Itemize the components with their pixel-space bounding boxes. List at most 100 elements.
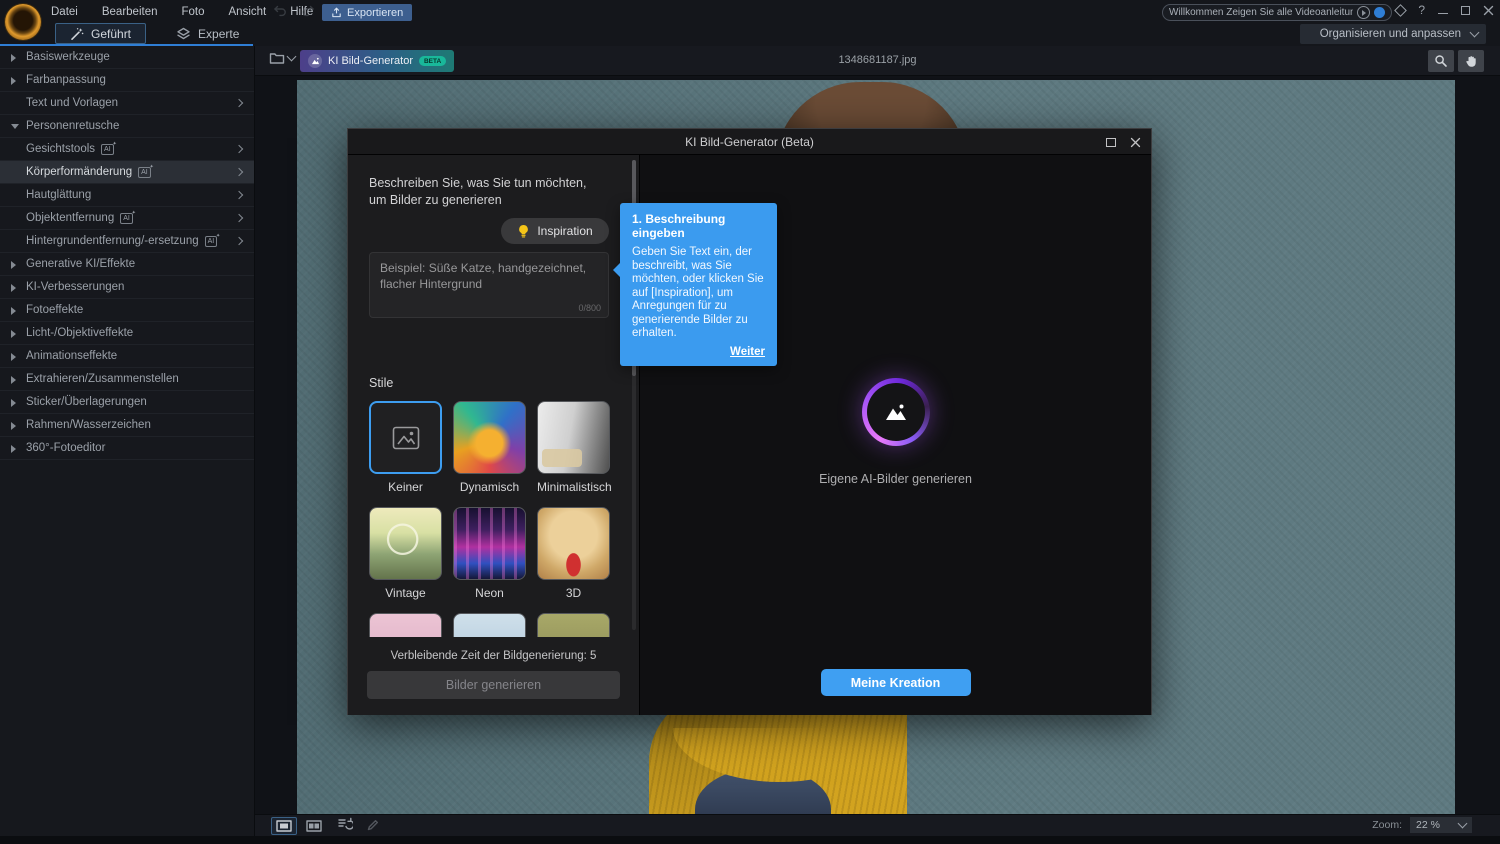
triangle-right-icon	[11, 307, 16, 315]
chevron-down-icon	[1470, 28, 1480, 38]
pan-tool-button[interactable]	[1458, 50, 1484, 72]
style-thumb[interactable]	[537, 507, 610, 580]
tab-experte[interactable]: Experte	[162, 23, 253, 44]
sidebar-item-animationseffekte[interactable]: Animationseffekte	[0, 345, 254, 368]
sidebar-item-label: Körperformänderung	[26, 166, 132, 178]
sidebar-item-label: Extrahieren/Zusammenstellen	[26, 373, 179, 385]
generate-images-button[interactable]: Bilder generieren	[367, 671, 620, 699]
style-option-vintage[interactable]: Vintage	[369, 507, 442, 601]
my-creation-label: Meine Kreation	[851, 676, 941, 690]
style-option-neon[interactable]: Neon	[453, 507, 526, 601]
sidebar-item-generative-ki-effekte[interactable]: Generative KI/Effekte	[0, 253, 254, 276]
chevron-down-icon	[1458, 819, 1468, 829]
canvas-tool-buttons	[1428, 50, 1484, 72]
sidebar-item-licht-objektiveffekte[interactable]: Licht-/Objektiveffekte	[0, 322, 254, 345]
style-thumb[interactable]	[453, 401, 526, 474]
sidebar-item-hintergrundentfernung[interactable]: Hintergrundentfernung/-ersetzung AI	[0, 230, 254, 253]
help-button[interactable]: ?	[1418, 3, 1425, 17]
sidebar-item-farbanpassung[interactable]: Farbanpassung	[0, 69, 254, 92]
triangle-right-icon	[11, 77, 16, 85]
welcome-text: Willkommen Zeigen Sie alle Videoanleitun…	[1169, 7, 1353, 18]
redo-icon[interactable]	[300, 4, 316, 18]
sidebar-item-sticker-ueberlagerungen[interactable]: Sticker/Überlagerungen	[0, 391, 254, 414]
export-icon	[331, 7, 342, 18]
inspiration-button[interactable]: Inspiration	[501, 218, 609, 244]
style-thumb[interactable]	[369, 401, 442, 474]
minimize-button[interactable]	[1438, 6, 1448, 14]
zoom-label: Zoom:	[1372, 819, 1402, 831]
menu-ansicht[interactable]: Ansicht	[228, 4, 268, 20]
close-button[interactable]	[1483, 5, 1494, 16]
my-creation-button[interactable]: Meine Kreation	[821, 669, 971, 696]
view-compare-button[interactable]	[301, 817, 327, 835]
sidebar-item-label: Basiswerkzeuge	[26, 51, 110, 63]
organize-dropdown[interactable]: Organisieren und anpassen	[1300, 24, 1486, 44]
tab-gefuehrt[interactable]: Geführt	[55, 23, 146, 44]
diamond-icon[interactable]	[1394, 4, 1407, 17]
sidebar-item-koerperformaenderung[interactable]: KörperformänderungAI	[0, 161, 254, 184]
sidebar-item-label: Gesichtstools	[26, 143, 95, 155]
sidebar-item-basiswerkzeuge[interactable]: Basiswerkzeuge	[0, 46, 254, 69]
style-option-3d[interactable]: 3D	[537, 507, 610, 601]
magnifier-icon	[1434, 54, 1448, 68]
video-tutorial-icon	[1357, 6, 1370, 19]
sidebar-item-fotoeffekte[interactable]: Fotoeffekte	[0, 299, 254, 322]
sidebar-item-ki-verbesserungen[interactable]: KI-Verbesserungen	[0, 276, 254, 299]
tab-gefuehrt-label: Geführt	[91, 27, 131, 41]
maximize-button[interactable]	[1461, 6, 1470, 15]
chevron-right-icon	[235, 99, 243, 107]
style-option-minimalistisch[interactable]: Minimalistisch	[537, 401, 610, 495]
dialog-close-button[interactable]	[1130, 137, 1141, 148]
style-thumb[interactable]	[369, 507, 442, 580]
style-label: Minimalistisch	[537, 480, 610, 495]
menu-foto[interactable]: Foto	[180, 4, 205, 20]
sidebar-item-label: Hintergrundentfernung/-ersetzung	[26, 235, 199, 247]
zoom-tool-button[interactable]	[1428, 50, 1454, 72]
app-logo[interactable]	[5, 4, 41, 40]
prompt-input[interactable]	[369, 252, 609, 318]
dialog-titlebar[interactable]: KI Bild-Generator (Beta)	[348, 129, 1151, 155]
triangle-right-icon	[11, 376, 16, 384]
triangle-right-icon	[11, 54, 16, 62]
sidebar-item-rahmen-wasserzeichen[interactable]: Rahmen/Wasserzeichen	[0, 414, 254, 437]
magic-wand-icon	[70, 27, 84, 41]
sidebar-item-label: Animationseffekte	[26, 350, 117, 362]
compare-view-icon	[306, 820, 322, 832]
sidebar-item-label: Generative KI/Effekte	[26, 258, 135, 270]
sidebar-item-label: Objektentfernung	[26, 212, 114, 224]
sidebar-item-personenretusche[interactable]: Personenretusche	[0, 115, 254, 138]
style-thumb[interactable]	[537, 401, 610, 474]
tooltip-next-link[interactable]: Weiter	[632, 346, 765, 358]
menu-datei[interactable]: Datei	[50, 4, 79, 20]
tooltip-body: Geben Sie Text ein, der beschreibt, was …	[632, 246, 765, 341]
triangle-right-icon	[11, 261, 16, 269]
tab-experte-label: Experte	[198, 27, 239, 41]
style-label: Neon	[453, 586, 526, 601]
sidebar-item-extrahieren-zusammenstellen[interactable]: Extrahieren/Zusammenstellen	[0, 368, 254, 391]
sidebar-item-label: Sticker/Überlagerungen	[26, 396, 147, 408]
triangle-right-icon	[11, 353, 16, 361]
ai-badge-icon: AI	[205, 236, 218, 247]
mode-tabs: Geführt Experte	[55, 23, 253, 44]
export-button[interactable]: Exportieren	[322, 4, 412, 21]
zoom-select[interactable]: 22 %	[1410, 817, 1472, 833]
dialog-maximize-button[interactable]	[1106, 138, 1116, 147]
sidebar-item-360-fotoeditor[interactable]: 360°-Fotoeditor	[0, 437, 254, 460]
view-single-button[interactable]	[271, 817, 297, 835]
prompt-input-wrap: 0/800	[369, 252, 609, 318]
sidebar-item-objektentfernung[interactable]: ObjektentfernungAI	[0, 207, 254, 230]
zoom-control: Zoom: 22 %	[1372, 817, 1472, 833]
sidebar-item-hautglaettung[interactable]: Hautglättung	[0, 184, 254, 207]
undo-icon[interactable]	[272, 4, 288, 18]
welcome-banner[interactable]: Willkommen Zeigen Sie alle Videoanleitun…	[1162, 4, 1392, 21]
style-option-keiner[interactable]: Keiner	[369, 401, 442, 495]
style-thumb[interactable]	[453, 507, 526, 580]
sidebar-item-label: Hautglättung	[26, 189, 91, 201]
sidebar-item-text-und-vorlagen[interactable]: Text und Vorlagen	[0, 92, 254, 115]
tooltip-title: 1. Beschreibung eingeben	[632, 212, 765, 240]
menu-bearbeiten[interactable]: Bearbeiten	[101, 4, 159, 20]
history-icon[interactable]	[337, 817, 353, 831]
sidebar-item-gesichtstools[interactable]: GesichtstoolsAI	[0, 138, 254, 161]
style-option-dynamisch[interactable]: Dynamisch	[453, 401, 526, 495]
dialog-window-controls	[1106, 129, 1141, 155]
